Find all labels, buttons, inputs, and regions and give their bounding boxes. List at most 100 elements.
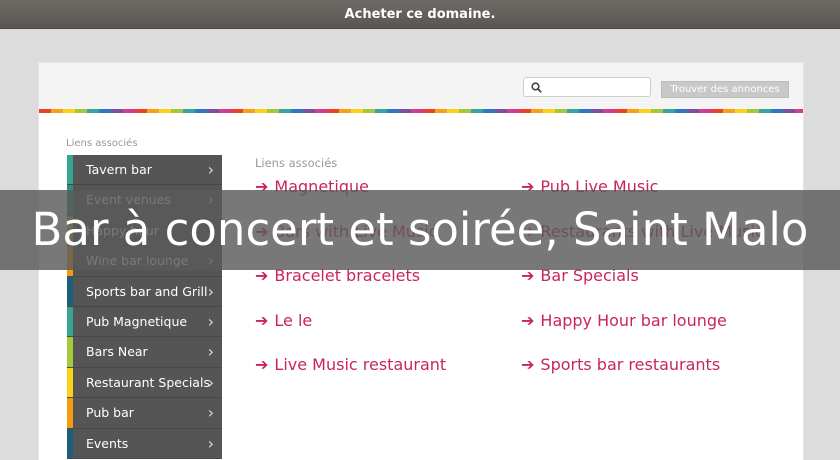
search-input[interactable] — [546, 79, 646, 95]
related-link[interactable]: ➔ Sports bar restaurants — [521, 355, 720, 374]
stripe-segment — [327, 109, 339, 113]
stripe-segment — [759, 109, 771, 113]
buy-domain-bar[interactable]: Acheter ce domaine. — [0, 0, 840, 29]
stripe-segment — [399, 109, 411, 113]
stripe-segment — [207, 109, 219, 113]
stripe-segment — [711, 109, 723, 113]
stripe-segment — [279, 109, 291, 113]
stripe-segment — [183, 109, 195, 113]
related-link[interactable]: ➔ Happy Hour bar lounge — [521, 311, 727, 330]
stripe-segment — [315, 109, 327, 113]
sidebar-color-bar — [67, 306, 73, 337]
sidebar-item-label: Bars Near — [86, 344, 148, 360]
page-title: Bar à concert et soirée, Saint Malo — [31, 203, 809, 256]
stripe-segment — [291, 109, 303, 113]
stripe-segment — [663, 109, 675, 113]
stripe-segment — [147, 109, 159, 113]
chevron-right-icon: › — [207, 281, 214, 301]
stripe-segment — [639, 109, 651, 113]
stripe-segment — [255, 109, 267, 113]
link-label: Le le — [274, 311, 313, 330]
stripe-segment — [435, 109, 447, 113]
stripe-segment — [687, 109, 699, 113]
chevron-right-icon: › — [207, 342, 214, 362]
stripe-segment — [699, 109, 711, 113]
chevron-right-icon: › — [207, 433, 214, 453]
stripe-segment — [723, 109, 735, 113]
stripe-segment — [171, 109, 183, 113]
stripe-segment — [795, 109, 803, 113]
stripe-segment — [747, 109, 759, 113]
search-button[interactable]: Trouver des annonces — [661, 81, 789, 98]
stripe-segment — [195, 109, 207, 113]
stripe-segment — [591, 109, 603, 113]
stripe-segment — [87, 109, 99, 113]
chevron-right-icon: › — [207, 403, 214, 423]
arrow-right-icon: ➔ — [521, 355, 535, 374]
stripe-segment — [159, 109, 171, 113]
stripe-segment — [519, 109, 531, 113]
color-stripe — [39, 109, 803, 113]
stripe-segment — [363, 109, 375, 113]
stripe-segment — [555, 109, 567, 113]
stripe-segment — [651, 109, 663, 113]
stripe-segment — [459, 109, 471, 113]
stripe-segment — [303, 109, 315, 113]
stripe-segment — [339, 109, 351, 113]
stripe-segment — [567, 109, 579, 113]
stripe-segment — [99, 109, 111, 113]
arrow-right-icon: ➔ — [255, 355, 269, 374]
stripe-segment — [39, 109, 51, 113]
stripe-segment — [423, 109, 435, 113]
sidebar-item-label: Restaurant Specials — [86, 374, 210, 390]
sidebar-item-label: Events — [86, 435, 129, 451]
stripe-segment — [483, 109, 495, 113]
sidebar-item[interactable]: Sports bar and Grill › — [67, 276, 222, 307]
stripe-segment — [267, 109, 279, 113]
sidebar-item[interactable]: Pub bar › — [67, 398, 222, 429]
sidebar-color-bar — [67, 428, 73, 458]
sidebar-item[interactable]: Restaurant Specials › — [67, 367, 222, 399]
stripe-segment — [387, 109, 399, 113]
sidebar-color-bar — [67, 276, 73, 306]
related-link[interactable]: ➔ Le le — [255, 311, 312, 330]
stripe-segment — [219, 109, 231, 113]
chevron-right-icon: › — [207, 160, 214, 179]
sidebar-item[interactable]: Tavern bar › — [67, 155, 222, 186]
stripe-segment — [63, 109, 75, 113]
sidebar-item[interactable]: Events › — [67, 428, 222, 459]
sidebar-color-bar — [67, 398, 73, 428]
arrow-right-icon: ➔ — [521, 311, 535, 330]
content-title: Liens associés — [255, 156, 338, 170]
stripe-segment — [615, 109, 627, 113]
stripe-segment — [675, 109, 687, 113]
stripe-segment — [123, 109, 135, 113]
chevron-right-icon: › — [207, 311, 214, 331]
stripe-segment — [135, 109, 147, 113]
stripe-segment — [507, 109, 519, 113]
sidebar-item-label: Tavern bar — [86, 162, 152, 177]
search-icon — [531, 82, 542, 93]
chevron-right-icon: › — [207, 372, 214, 392]
stripe-segment — [735, 109, 747, 113]
stripe-segment — [579, 109, 591, 113]
panel-header: Trouver des annonces — [39, 63, 803, 109]
stripe-segment — [771, 109, 783, 113]
sidebar-title: Liens associés — [66, 138, 138, 149]
sidebar-item-label: Pub Magnetique — [86, 313, 188, 329]
stripe-segment — [783, 109, 795, 113]
related-link[interactable]: ➔ Live Music restaurant — [255, 355, 446, 374]
sidebar-item[interactable]: Pub Magnetique › — [67, 306, 222, 338]
stripe-segment — [495, 109, 507, 113]
stripe-segment — [543, 109, 555, 113]
stripe-segment — [243, 109, 255, 113]
sidebar-item-label: Sports bar and Grill — [86, 283, 208, 299]
sidebar-color-bar — [67, 155, 73, 185]
stripe-segment — [627, 109, 639, 113]
search-box[interactable] — [523, 77, 651, 97]
stripe-segment — [411, 109, 423, 113]
sidebar-item-label: Pub bar — [86, 405, 134, 421]
sidebar-item[interactable]: Bars Near › — [67, 337, 222, 368]
stripe-segment — [231, 109, 243, 113]
arrow-right-icon: ➔ — [255, 311, 269, 330]
